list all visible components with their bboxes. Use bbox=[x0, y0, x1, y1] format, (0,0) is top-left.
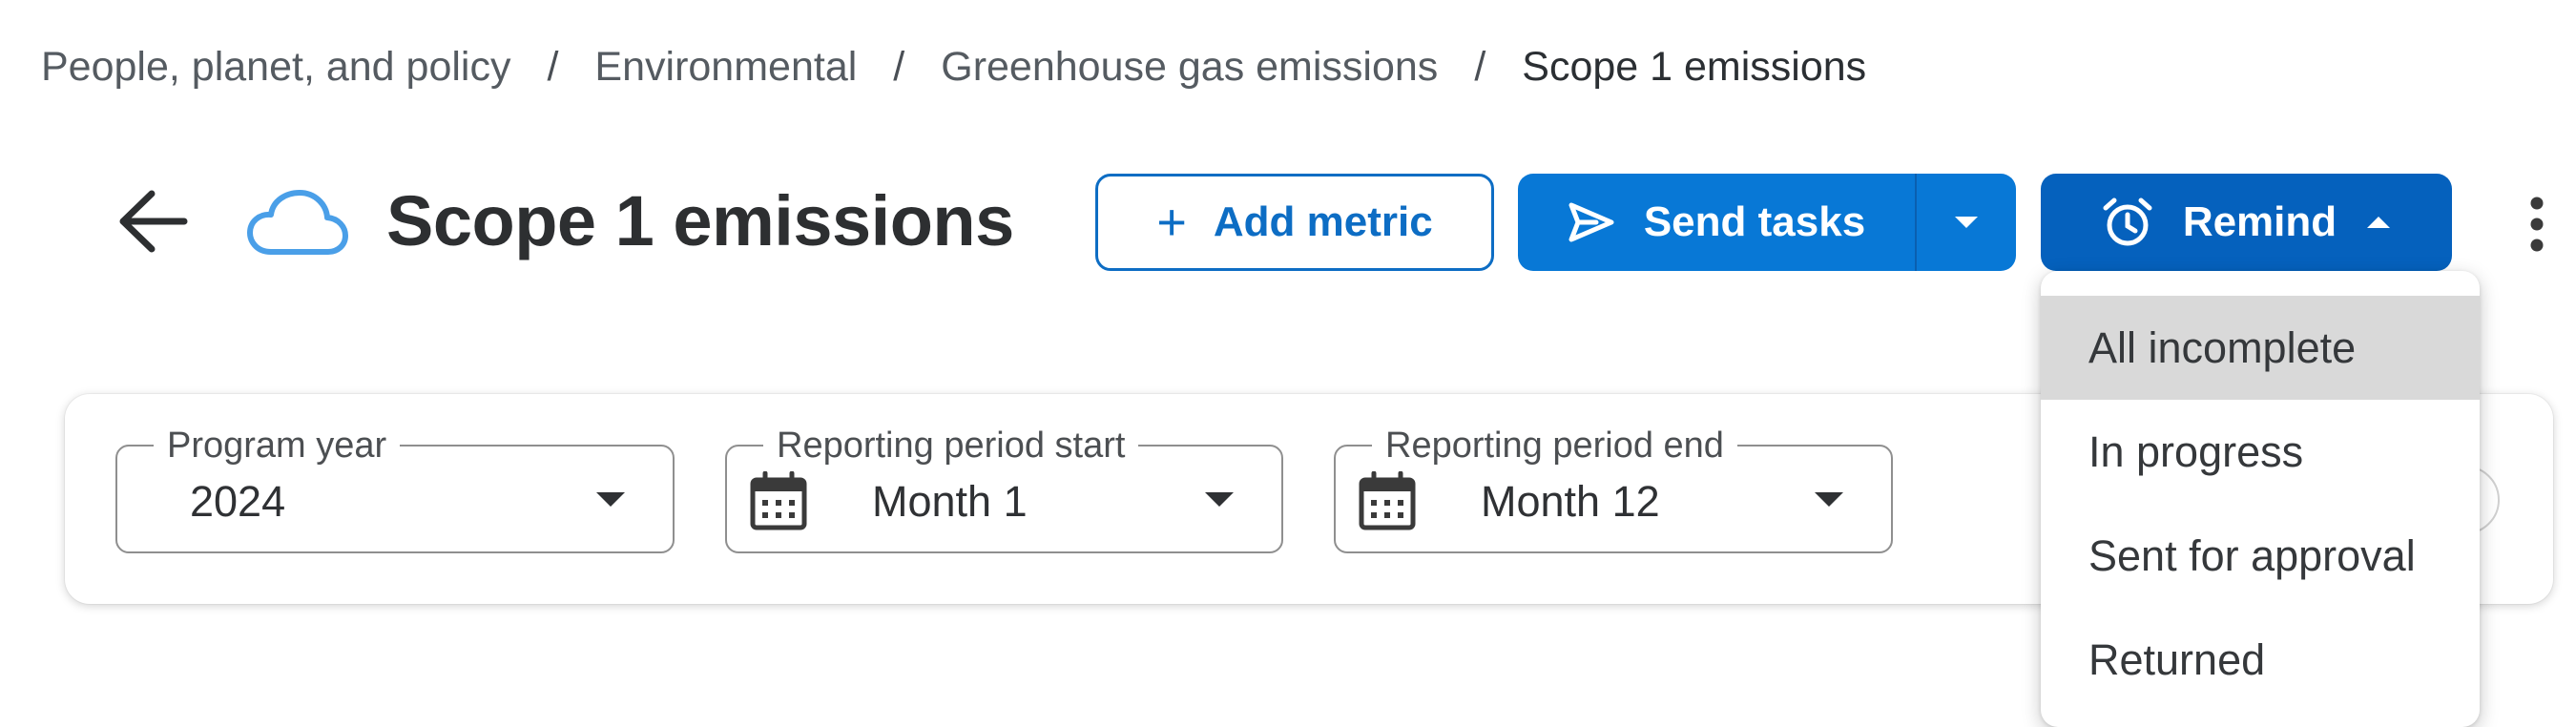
reporting-period-end-select[interactable]: Reporting period end Month 12 bbox=[1334, 424, 1893, 553]
send-tasks-dropdown-button[interactable] bbox=[1917, 174, 2016, 271]
reporting-period-start-value: Month 1 bbox=[872, 477, 1028, 526]
caret-down-icon bbox=[1815, 492, 1843, 507]
reporting-period-end-value: Month 12 bbox=[1481, 477, 1660, 526]
breadcrumb-separator: / bbox=[893, 44, 905, 90]
page-title: Scope 1 emissions bbox=[386, 181, 1014, 260]
plus-icon: + bbox=[1156, 194, 1187, 251]
reporting-period-end-label: Reporting period end bbox=[1372, 424, 1737, 467]
remind-menu: All incomplete In progress Sent for appr… bbox=[2041, 271, 2480, 727]
menu-item-returned[interactable]: Returned bbox=[2041, 608, 2480, 712]
back-button[interactable] bbox=[113, 181, 193, 261]
remind-label: Remind bbox=[2182, 198, 2337, 245]
program-year-label: Program year bbox=[154, 424, 401, 467]
add-metric-label: Add metric bbox=[1213, 198, 1433, 245]
breadcrumb-separator: / bbox=[1474, 44, 1486, 90]
menu-item-sent-for-approval[interactable]: Sent for approval bbox=[2041, 504, 2480, 608]
menu-item-all-incomplete[interactable]: All incomplete bbox=[2041, 296, 2480, 400]
reporting-period-start-label: Reporting period start bbox=[763, 424, 1139, 467]
breadcrumb-item-people-planet-policy[interactable]: People, planet, and policy bbox=[41, 38, 510, 95]
send-tasks-button[interactable]: Send tasks bbox=[1518, 174, 1915, 271]
calendar-icon bbox=[750, 471, 807, 530]
cloud-icon bbox=[247, 190, 348, 255]
program-year-value: 2024 bbox=[190, 477, 286, 526]
caret-down-icon bbox=[1955, 217, 1978, 228]
caret-down-icon bbox=[596, 492, 625, 507]
alarm-clock-icon bbox=[2103, 197, 2152, 246]
breadcrumb-separator: / bbox=[547, 44, 559, 90]
more-options-button[interactable] bbox=[2513, 183, 2561, 265]
caret-up-icon bbox=[2367, 217, 2391, 228]
breadcrumb-item-environmental[interactable]: Environmental bbox=[594, 38, 857, 95]
caret-down-icon bbox=[1205, 492, 1234, 507]
send-tasks-label: Send tasks bbox=[1643, 198, 1866, 245]
breadcrumb: People, planet, and policy / Environment… bbox=[41, 38, 1866, 95]
reporting-period-start-select[interactable]: Reporting period start Month 1 bbox=[725, 424, 1283, 553]
breadcrumb-item-greenhouse-gas[interactable]: Greenhouse gas emissions bbox=[941, 38, 1438, 95]
page: People, planet, and policy / Environment… bbox=[0, 0, 2576, 727]
breadcrumb-current: Scope 1 emissions bbox=[1522, 44, 1867, 90]
add-metric-button[interactable]: + Add metric bbox=[1095, 174, 1494, 271]
calendar-icon bbox=[1359, 471, 1416, 530]
send-tasks-split-button: Send tasks bbox=[1518, 174, 2016, 271]
send-icon bbox=[1568, 202, 1614, 242]
arrow-left-icon bbox=[119, 190, 188, 253]
program-year-select[interactable]: Program year 2024 bbox=[115, 424, 675, 553]
more-vertical-icon bbox=[2530, 197, 2544, 252]
remind-button[interactable]: Remind bbox=[2041, 174, 2452, 271]
menu-item-in-progress[interactable]: In progress bbox=[2041, 400, 2480, 504]
